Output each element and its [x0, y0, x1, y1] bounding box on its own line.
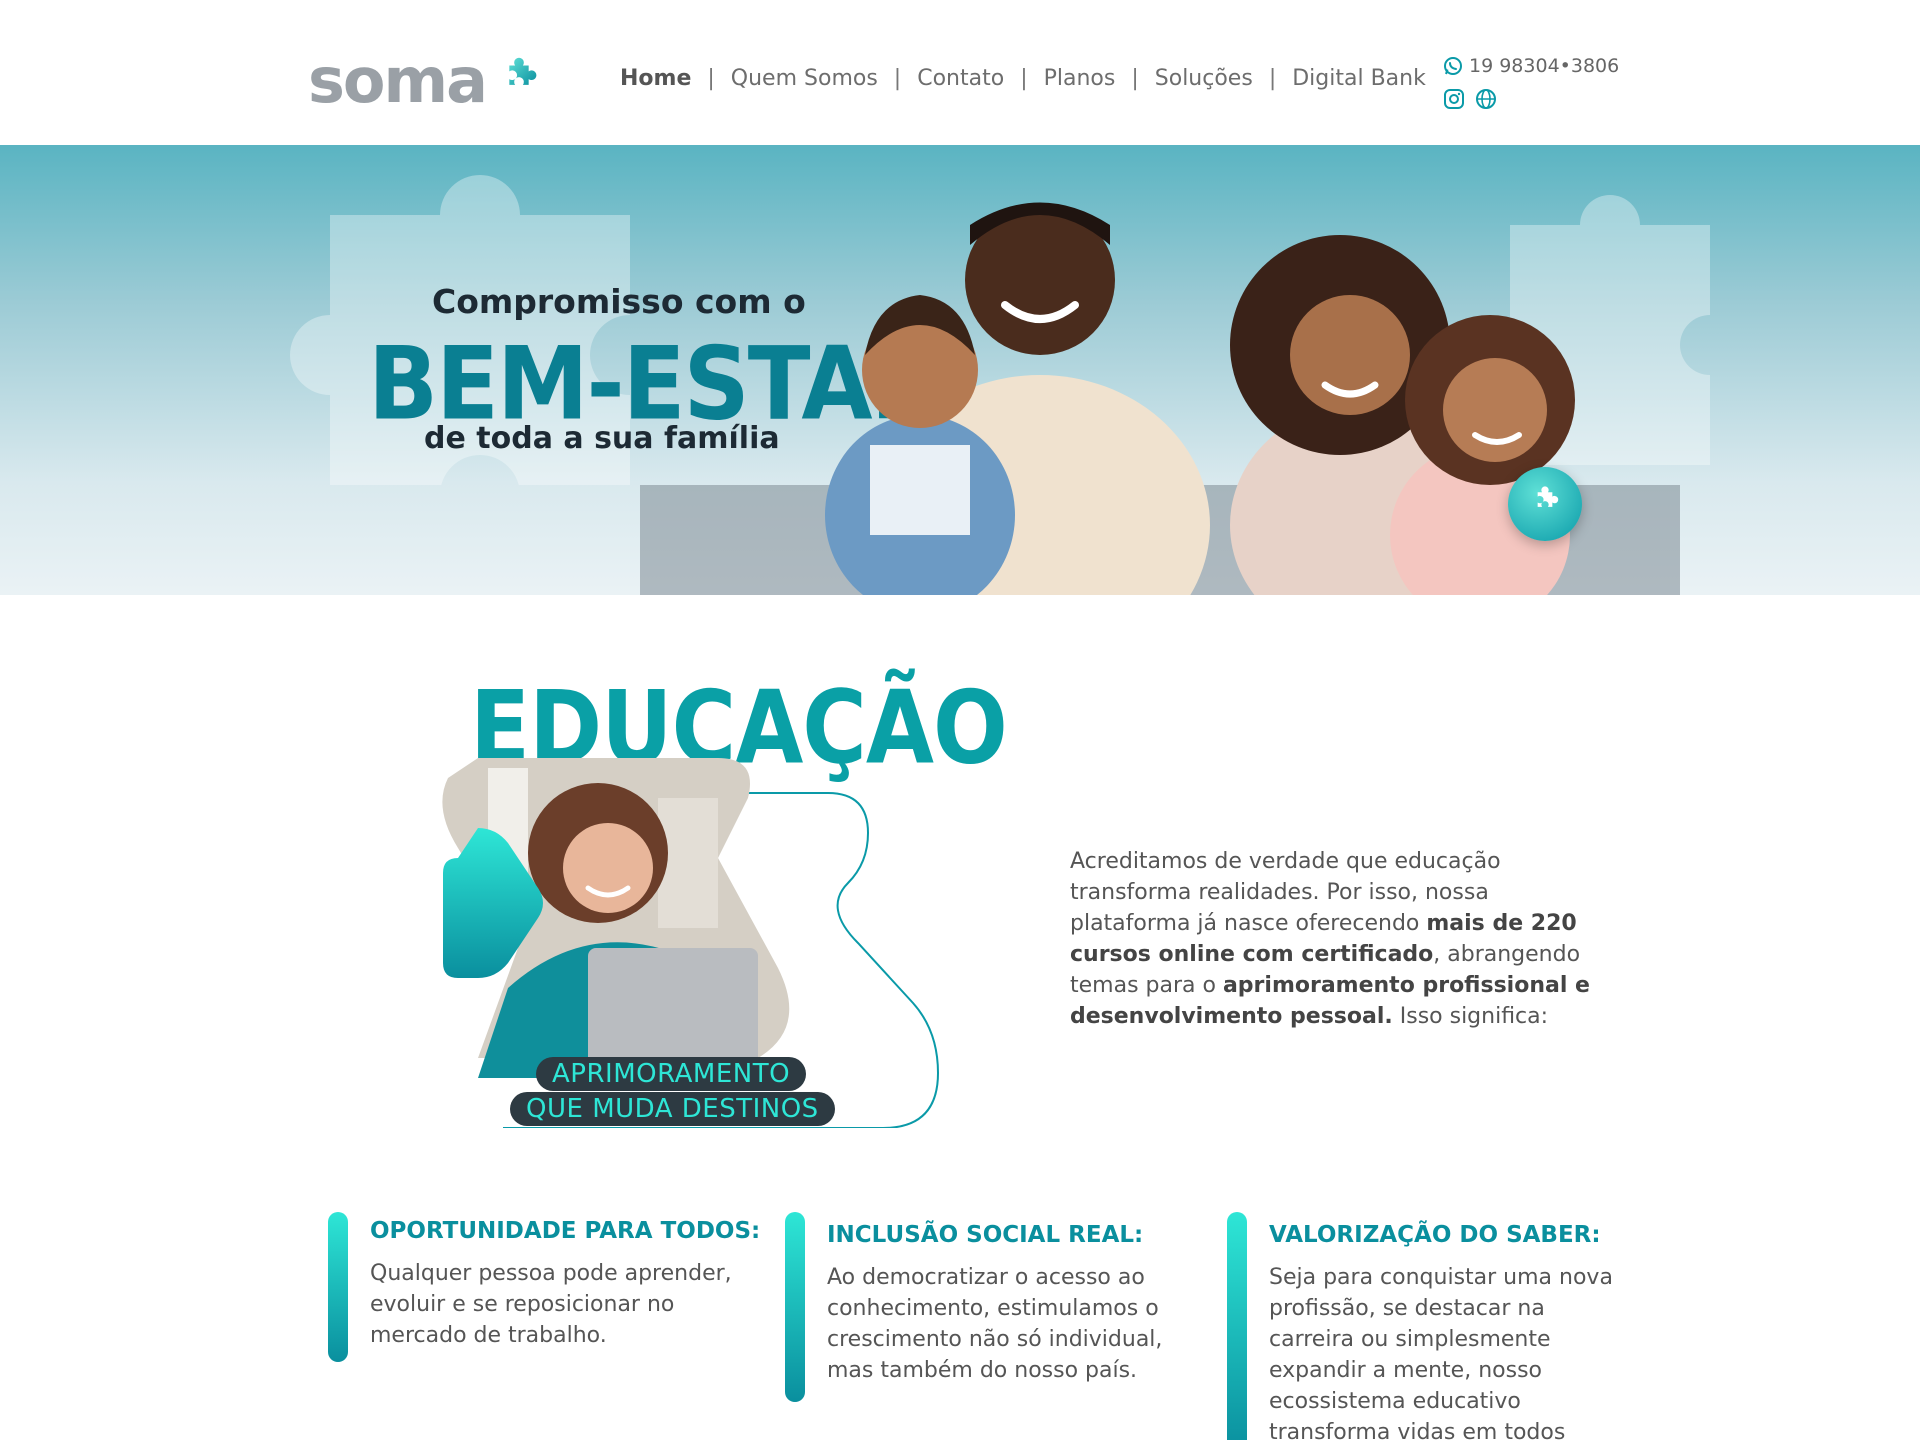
nav-separator: | — [893, 66, 902, 91]
feature-title: INCLUSÃO SOCIAL REAL: — [827, 1222, 1144, 1248]
instagram-icon[interactable] — [1443, 88, 1465, 110]
puzzle-badge-icon — [1508, 467, 1582, 541]
site-header: soma Home | Quem Somos | Contato | Plano… — [0, 0, 1920, 145]
education-paragraph: Acreditamos de verdade que educação tran… — [1070, 846, 1590, 1032]
main-nav: Home | Quem Somos | Contato | Planos | S… — [620, 66, 1426, 91]
feature-body: Ao democratizar o acesso ao conhecimento… — [827, 1265, 1163, 1383]
nav-home[interactable]: Home — [620, 66, 691, 91]
paragraph-text: Isso significa: — [1392, 1004, 1549, 1029]
feature-title: VALORIZAÇÃO DO SABER: — [1269, 1222, 1601, 1248]
logo[interactable]: soma — [308, 48, 548, 114]
nav-separator: | — [1020, 66, 1028, 91]
nav-planos[interactable]: Planos — [1044, 66, 1116, 91]
logo-text: soma — [308, 44, 488, 117]
social-links — [1443, 88, 1619, 110]
puzzle-logo-icon — [509, 57, 537, 85]
education-tag-line1: APRIMORAMENTO — [536, 1057, 807, 1091]
feature-title: OPORTUNIDADE PARA TODOS: — [370, 1218, 761, 1244]
nav-separator: | — [1268, 66, 1277, 91]
feature-accent-bar — [785, 1212, 805, 1402]
nav-solucoes[interactable]: Soluções — [1155, 66, 1253, 91]
globe-icon[interactable] — [1475, 88, 1497, 110]
hero-banner: Compromisso com o BEM-ESTAR de toda a su… — [0, 145, 1920, 595]
nav-separator: | — [1131, 66, 1139, 91]
phone-number: 19 98304•3806 — [1469, 55, 1620, 77]
nav-contato[interactable]: Contato — [917, 66, 1004, 91]
feature-body: Seja para conquistar uma nova profissão,… — [1269, 1265, 1613, 1440]
feature-accent-bar — [328, 1212, 348, 1362]
nav-separator: | — [707, 66, 715, 91]
feature-accent-bar — [1227, 1212, 1247, 1440]
education-tag-line2: QUE MUDA DESTINOS — [510, 1092, 835, 1126]
feature-body: Qualquer pessoa pode aprender, evoluir e… — [370, 1261, 732, 1348]
whatsapp-icon — [1444, 57, 1462, 75]
whatsapp-contact[interactable]: 19 98304•3806 — [1443, 54, 1619, 78]
contact-block: 19 98304•3806 — [1443, 54, 1619, 110]
nav-quem-somos[interactable]: Quem Somos — [731, 66, 878, 91]
nav-digital-bank[interactable]: Digital Bank — [1292, 66, 1426, 91]
